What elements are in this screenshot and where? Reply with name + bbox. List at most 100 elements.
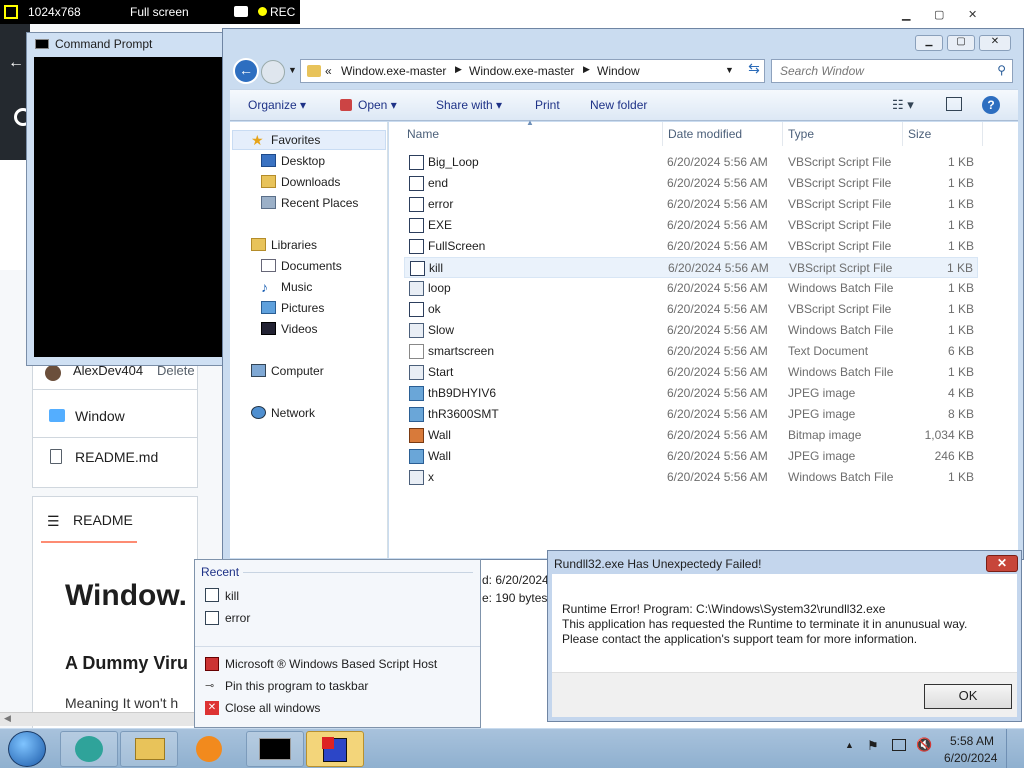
action-center-flag-icon[interactable]: ⚑ [867, 738, 879, 754]
column-header-date[interactable]: Date modified [668, 127, 742, 141]
file-row[interactable]: end 6/20/2024 5:56 AM VBScript Script File… [404, 173, 978, 194]
jumplist-recent-kill[interactable]: kill [225, 589, 239, 603]
back-arrow-icon[interactable]: ← [8, 54, 24, 72]
clock-date[interactable]: 6/20/2024 [944, 751, 997, 765]
file-row[interactable]: EXE 6/20/2024 5:56 AM VBScript Script File… [404, 215, 978, 236]
file-type: VBScript Script File [788, 197, 892, 211]
breadcrumb-separator-icon[interactable]: ▶ [583, 64, 590, 75]
organize-button[interactable]: Organize ▾ [248, 98, 306, 112]
column-header-type[interactable]: Type [788, 127, 814, 141]
file-row[interactable]: kill 6/20/2024 5:56 AM VBScript Script Fil… [404, 257, 978, 278]
nav-computer[interactable]: Computer [249, 361, 324, 381]
forward-button[interactable] [261, 60, 285, 84]
file-row[interactable]: Big_Loop 6/20/2024 5:56 AM VBScript Script… [404, 152, 978, 173]
recorder-mode[interactable]: Full screen [130, 5, 189, 19]
camera-icon[interactable] [234, 6, 248, 17]
script-host-icon [322, 737, 347, 762]
nav-downloads[interactable]: Downloads [259, 172, 340, 192]
file-date: 6/20/2024 5:56 AM [667, 365, 768, 379]
nav-libraries[interactable]: Libraries [249, 235, 317, 255]
show-hidden-icons[interactable]: ▲ [845, 740, 854, 750]
file-row[interactable]: smartscreen 6/20/2024 5:56 AM Text Documen… [404, 341, 978, 362]
file-link-window[interactable]: Window [75, 408, 125, 424]
jumplist-task-script-host[interactable]: Microsoft ® Windows Based Script Host [225, 657, 437, 671]
bmp-file-icon [409, 428, 424, 443]
file-row[interactable]: ok 6/20/2024 5:56 AM VBScript Script File 1… [404, 299, 978, 320]
horizontal-scrollbar[interactable]: ◀ [0, 712, 200, 726]
refresh-icon[interactable]: ⇆ [742, 60, 766, 82]
jumplist-task-close-all[interactable]: Close all windows [225, 701, 320, 715]
nav-desktop[interactable]: Desktop [259, 151, 325, 171]
taskbar-explorer-app[interactable] [120, 731, 178, 767]
nav-network[interactable]: Network [249, 403, 315, 423]
breadcrumb-overflow[interactable]: « [325, 64, 332, 78]
breadcrumb-item[interactable]: Window.exe-master [341, 64, 446, 78]
column-header-size[interactable]: Size [908, 127, 931, 141]
nav-favorites[interactable]: ★ Favorites [249, 130, 320, 150]
breadcrumb-item[interactable]: Window.exe-master [469, 64, 574, 78]
avatar [45, 365, 61, 381]
readme-tab[interactable]: README [73, 512, 133, 528]
close-icon[interactable]: ✕ [968, 8, 977, 21]
file-name: ok [428, 302, 441, 316]
nav-videos[interactable]: Videos [259, 319, 317, 339]
file-link-readme[interactable]: README.md [75, 449, 158, 465]
show-desktop-button[interactable] [1006, 729, 1024, 768]
share-with-button[interactable]: Share with ▾ [436, 98, 502, 112]
scroll-left-arrow-icon[interactable]: ◀ [4, 713, 11, 724]
back-button[interactable]: ← [233, 58, 259, 84]
ok-button[interactable]: OK [924, 684, 1012, 709]
close-button[interactable]: ✕ [979, 35, 1011, 51]
recorder-resolution: 1024x768 [28, 5, 81, 19]
file-row[interactable]: thB9DHYIV6 6/20/2024 5:56 AM JPEG image 4 K… [404, 383, 978, 404]
address-bar[interactable]: « Window.exe-master ▶ Window.exe-master … [300, 59, 765, 83]
file-date: 6/20/2024 5:56 AM [667, 176, 768, 190]
network-tray-icon[interactable] [892, 739, 906, 751]
file-row[interactable]: Start 6/20/2024 5:56 AM Windows Batch File… [404, 362, 978, 383]
column-header-name[interactable]: Name [407, 127, 439, 141]
open-button[interactable]: Open ▾ [358, 98, 397, 112]
readme-subheading: A Dummy Viru [65, 653, 189, 673]
taskbar-edge-app[interactable] [60, 731, 118, 767]
help-icon[interactable]: ? [982, 96, 1000, 114]
media-player-icon[interactable] [196, 736, 222, 762]
breadcrumb-current[interactable]: Window [597, 64, 640, 78]
file-row[interactable]: x 6/20/2024 5:56 AM Windows Batch File 1 KB [404, 467, 978, 488]
maximize-button[interactable]: ▢ [947, 35, 975, 51]
file-row[interactable]: Slow 6/20/2024 5:56 AM Windows Batch File 1… [404, 320, 978, 341]
recent-pages-dropdown-icon[interactable]: ▼ [288, 65, 297, 75]
search-icon[interactable]: ⚲ [997, 63, 1006, 77]
dialog-close-button[interactable]: ✕ [986, 555, 1018, 572]
breadcrumb-separator-icon[interactable]: ▶ [455, 64, 462, 75]
taskbar-cmd-app[interactable] [246, 731, 304, 767]
address-dropdown-icon[interactable]: ▼ [725, 65, 734, 75]
minimize-icon[interactable]: ▁ [902, 8, 910, 21]
taskbar-script-host-app[interactable] [306, 731, 364, 767]
file-row[interactable]: loop 6/20/2024 5:56 AM Windows Batch File 1… [404, 278, 978, 299]
nav-music[interactable]: ♪ Music [259, 277, 312, 297]
volume-muted-icon[interactable]: 🔇 [916, 737, 932, 753]
maximize-icon[interactable]: ▢ [934, 8, 944, 21]
recorder-rec-label[interactable]: REC [270, 5, 295, 19]
minimize-button[interactable]: ▁ [915, 35, 943, 51]
file-row[interactable]: thR3600SMT 6/20/2024 5:56 AM JPEG image 8 K… [404, 404, 978, 425]
nav-recent-places[interactable]: Recent Places [259, 193, 358, 213]
clock-time[interactable]: 5:58 AM [950, 734, 994, 748]
command-prompt-window[interactable]: Command Prompt [26, 32, 226, 366]
print-button[interactable]: Print [535, 98, 560, 112]
file-row[interactable]: Wall 6/20/2024 5:56 AM Bitmap image 1,034 K… [404, 425, 978, 446]
new-folder-button[interactable]: New folder [590, 98, 647, 112]
jumplist-task-pin[interactable]: Pin this program to taskbar [225, 679, 368, 693]
preview-pane-icon[interactable] [946, 97, 962, 111]
start-button[interactable] [8, 731, 46, 767]
file-row[interactable]: error 6/20/2024 5:56 AM VBScript Script Fi… [404, 194, 978, 215]
documents-icon [261, 259, 276, 272]
cmd-console[interactable] [34, 57, 224, 357]
file-row[interactable]: FullScreen 6/20/2024 5:56 AM VBScript Scri… [404, 236, 978, 257]
nav-pictures[interactable]: Pictures [259, 298, 324, 318]
file-row[interactable]: Wall 6/20/2024 5:56 AM JPEG image 246 KB [404, 446, 978, 467]
view-options-icon[interactable]: ☷ ▾ [892, 97, 914, 113]
search-box[interactable]: Search Window ⚲ [771, 59, 1013, 83]
nav-documents[interactable]: Documents [259, 256, 342, 276]
jumplist-recent-error[interactable]: error [225, 611, 250, 625]
